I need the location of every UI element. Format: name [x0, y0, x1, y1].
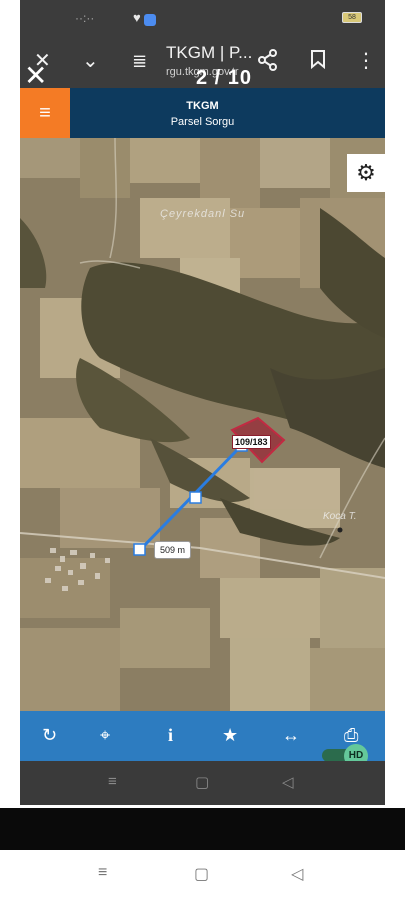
map-settings-button[interactable]: ⚙ — [347, 154, 385, 192]
parcel-label[interactable]: 109/183 — [232, 435, 271, 449]
map-imagery — [20, 138, 385, 711]
home-icon[interactable]: ▢ — [194, 864, 209, 884]
battery-icon: 58 — [342, 12, 362, 23]
recents-icon[interactable]: ≡ — [98, 864, 107, 882]
letterbox-band — [0, 808, 405, 850]
satellite-map[interactable]: ⚙ Çeyrekdanl Su Koca T. 109/183 509 m — [20, 138, 385, 711]
viewer-close-icon[interactable]: ✕ — [24, 62, 47, 90]
inner-navigation-bar: ≡ ▢ ◁ — [20, 761, 385, 805]
distance-label: 509 m — [154, 541, 192, 559]
page-title: TKGM | P... — [166, 43, 253, 62]
system-navigation-bar: ≡ ▢ ◁ — [0, 850, 405, 900]
home-icon[interactable]: ▢ — [195, 773, 209, 791]
image-counter: 2 / 10 — [196, 67, 253, 89]
site-settings-icon[interactable]: ≣ — [132, 49, 147, 73]
map-place-label: Koca T. — [323, 511, 357, 522]
back-icon[interactable]: ◁ — [282, 773, 294, 791]
phone-screen: ··:·· ♥ 58 ✕ ⌄ ≣ TKGM | P... rgu.tkgm.go… — [20, 0, 385, 805]
map-place-label: Çeyrekdanl Su — [160, 208, 246, 220]
app-subtitle: Parsel Sorgu — [170, 116, 235, 128]
info-icon[interactable]: i — [168, 724, 173, 746]
measure-icon[interactable]: ↔ — [282, 724, 300, 746]
bookmark-icon[interactable] — [310, 49, 326, 75]
more-options-icon[interactable]: ⋮ — [356, 49, 376, 73]
menu-button[interactable]: ≡ — [20, 88, 70, 138]
back-icon[interactable]: ◁ — [291, 864, 303, 884]
locate-icon[interactable]: ⌖ — [100, 724, 110, 746]
app-notification-icon — [144, 14, 156, 26]
chevron-down-icon[interactable]: ⌄ — [82, 49, 99, 73]
app-header: ≡ TKGM Parsel Sorgu — [20, 88, 385, 138]
share-icon[interactable] — [258, 49, 278, 77]
status-time: ··:·· — [75, 11, 95, 25]
print-icon[interactable]: ⎙ — [344, 724, 358, 746]
status-bar: ··:·· ♥ 58 — [20, 0, 385, 36]
refresh-icon[interactable]: ↻ — [42, 724, 57, 746]
star-icon[interactable]: ★ — [222, 724, 238, 746]
app-title: TKGM — [186, 100, 219, 112]
recents-icon[interactable]: ≡ — [108, 773, 117, 790]
notification-icon: ♥ — [133, 10, 141, 25]
